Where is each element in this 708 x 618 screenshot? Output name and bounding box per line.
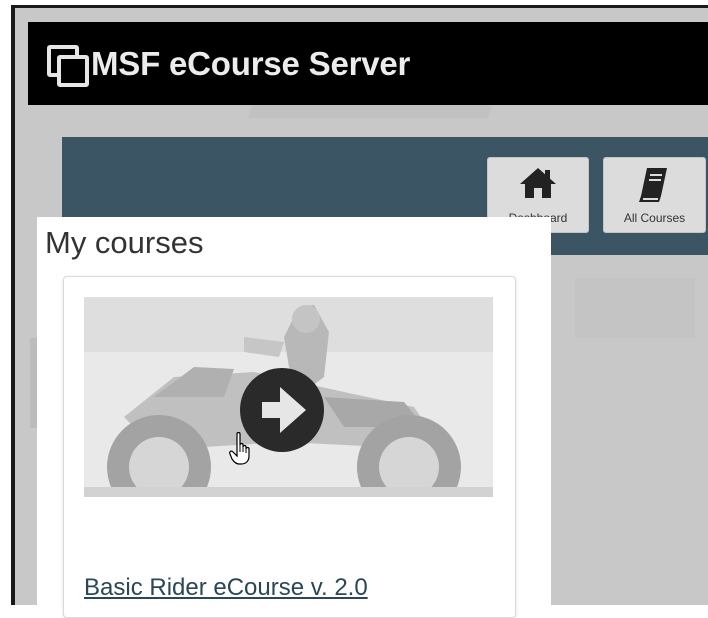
panel-title: My courses bbox=[45, 225, 204, 260]
background-photo-detail bbox=[575, 278, 695, 338]
top-navbar: MSF eCourse Server bbox=[28, 22, 708, 105]
home-icon bbox=[518, 166, 558, 203]
hand-pointer-cursor-icon bbox=[229, 431, 255, 466]
my-courses-panel: My courses Basic Rider eCourse v. 2.0 bbox=[37, 217, 551, 618]
screen: MSF eCourse Server Dashboard All Courses… bbox=[0, 0, 708, 618]
book-icon bbox=[638, 166, 671, 207]
copy-squares-icon bbox=[47, 44, 89, 87]
course-image[interactable] bbox=[84, 297, 493, 497]
all-courses-button[interactable]: All Courses bbox=[603, 157, 706, 233]
all-courses-button-label: All Courses bbox=[623, 211, 686, 225]
site-title[interactable]: MSF eCourse Server bbox=[91, 45, 410, 83]
course-title-link[interactable]: Basic Rider eCourse v. 2.0 bbox=[84, 574, 368, 602]
course-card[interactable]: Basic Rider eCourse v. 2.0 bbox=[63, 276, 516, 618]
